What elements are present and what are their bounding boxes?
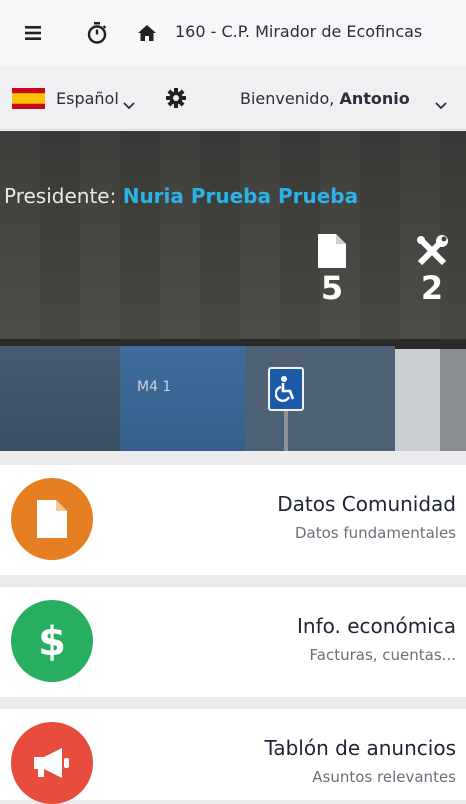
document-stat-icon [314, 234, 350, 268]
banner-pillar [395, 349, 440, 451]
card-datos-comunidad[interactable]: Datos Comunidad Datos fundamentales [0, 465, 466, 575]
banner-garage-door [120, 346, 245, 451]
banner-background [0, 131, 466, 346]
welcome-prefix: Bienvenido, [240, 89, 335, 108]
svg-text:$: $ [38, 619, 66, 663]
documents-count: 5 [320, 269, 344, 307]
banner-sign-pole [284, 411, 288, 451]
card-title: Datos Comunidad [277, 492, 456, 516]
card-title: Info. económica [297, 614, 456, 638]
card-info-economica[interactable]: $ Info. económica Facturas, cuentas... [0, 587, 466, 697]
user-toolbar: Español Bienvenido, Antonio [0, 66, 466, 130]
app-header: 160 - C.P. Mirador de Ecofincas [0, 0, 466, 66]
community-title: 160 - C.P. Mirador de Ecofincas [175, 22, 423, 41]
accessibility-sign-icon [268, 367, 304, 411]
card-subtitle: Facturas, cuentas... [309, 646, 456, 664]
card-title: Tablón de anuncios [264, 736, 456, 760]
chevron-down-icon[interactable] [123, 95, 135, 114]
documents-stat[interactable]: 5 [314, 234, 350, 304]
hamburger-icon[interactable] [18, 0, 48, 66]
banner-wall-left [0, 346, 120, 451]
incidents-count: 2 [420, 269, 444, 307]
gear-icon[interactable] [166, 88, 186, 112]
president-name[interactable]: Nuria Prueba Prueba [123, 184, 358, 208]
language-select[interactable]: Español [56, 89, 119, 108]
card-tablon-anuncios[interactable]: Tablón de anuncios Asuntos relevantes [0, 709, 466, 804]
user-menu-chevron-icon[interactable] [435, 95, 447, 114]
document-icon [11, 478, 93, 560]
tools-icon [412, 234, 452, 268]
president-info: Presidente: Nuria Prueba Prueba [4, 184, 358, 208]
user-name: Antonio [339, 89, 410, 108]
dollar-icon: $ [11, 600, 93, 682]
home-icon[interactable] [132, 0, 162, 66]
spain-flag-icon[interactable] [12, 88, 45, 109]
banner-pillar-shadow [440, 349, 466, 451]
banner-door-mark: M4 1 [137, 379, 172, 395]
welcome-user[interactable]: Bienvenido, Antonio [240, 89, 410, 108]
president-label: Presidente: [4, 184, 117, 208]
stopwatch-icon[interactable] [82, 0, 112, 66]
card-subtitle: Datos fundamentales [294, 524, 456, 542]
incidents-stat[interactable]: 2 [412, 234, 452, 304]
card-subtitle: Asuntos relevantes [312, 768, 456, 786]
community-banner: M4 1 Presidente: Nuria Prueba Prueba 5 2 [0, 131, 466, 451]
megaphone-icon [11, 722, 93, 804]
